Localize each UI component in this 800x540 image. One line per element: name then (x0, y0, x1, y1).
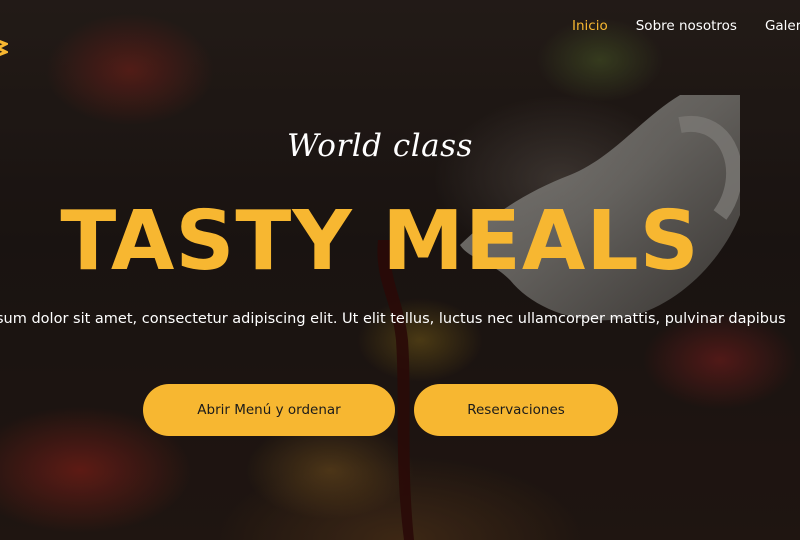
hero-subtitle: sum dolor sit amet, consectetur adipisci… (0, 311, 786, 327)
nav-item-galeria[interactable]: Galería (765, 18, 800, 34)
hero-headline: TASTY MEALS (60, 194, 700, 289)
nav-item-inicio[interactable]: Inicio (572, 18, 608, 34)
hero-tagline: World class (287, 128, 473, 164)
nav-item-sobre-nosotros[interactable]: Sobre nosotros (636, 18, 737, 34)
main-nav: Inicio Sobre nosotros Galería (572, 18, 800, 34)
logo-icon[interactable] (0, 38, 8, 58)
open-menu-order-button[interactable]: Abrir Menú y ordenar (143, 384, 395, 436)
reservations-button[interactable]: Reservaciones (414, 384, 618, 436)
hero-section: Inicio Sobre nosotros Galería World clas… (0, 0, 800, 540)
